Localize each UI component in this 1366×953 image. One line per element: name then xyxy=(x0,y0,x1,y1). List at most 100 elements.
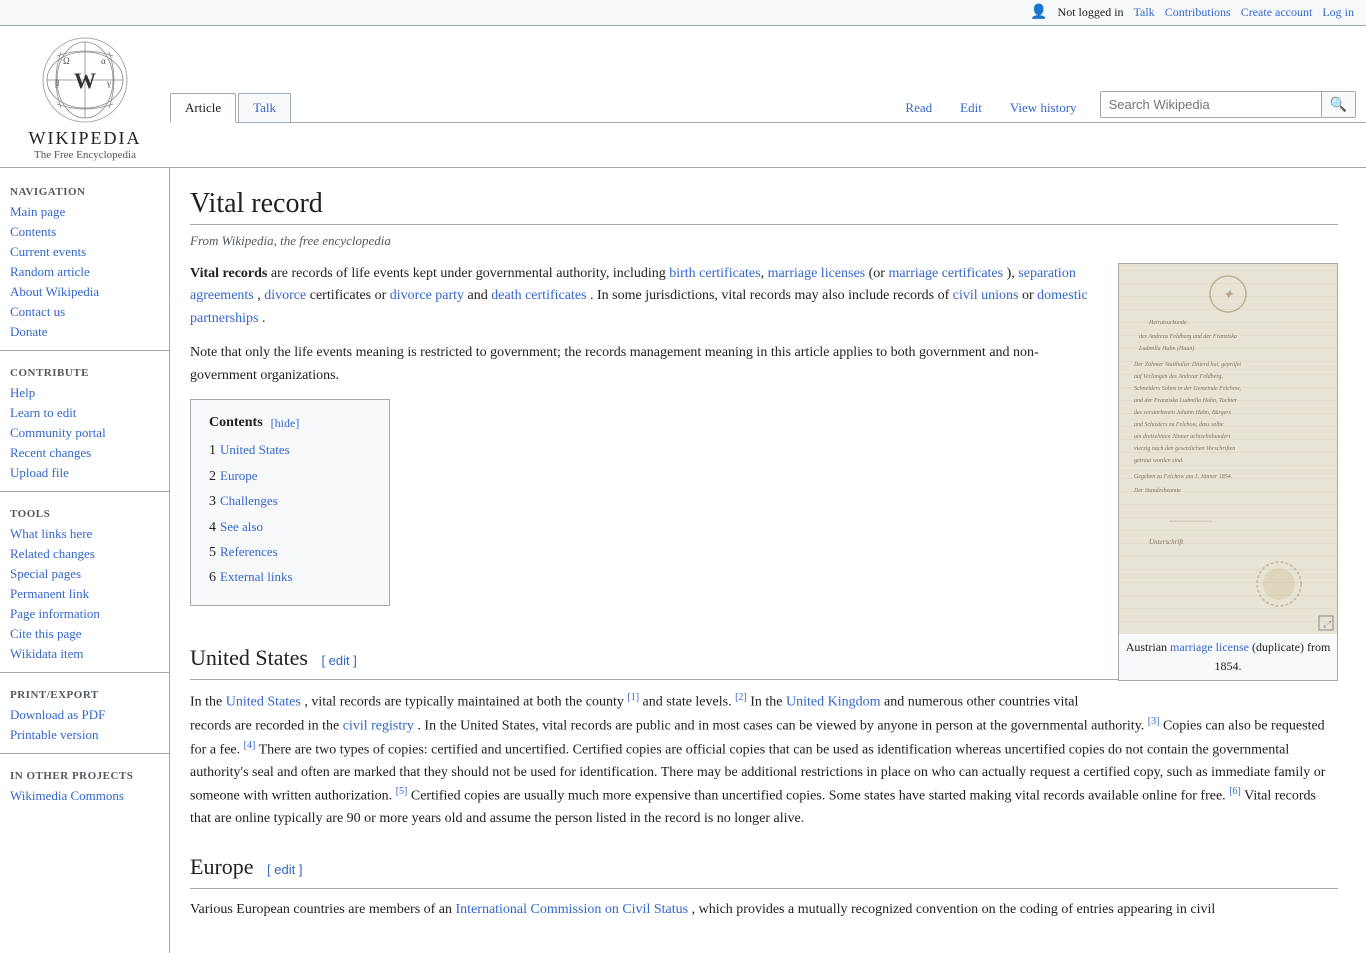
nav-tabs-area: Article Talk Read Edit View history 🔍 xyxy=(170,71,1366,123)
sidebar-what-links-here[interactable]: What links here xyxy=(0,524,169,544)
sidebar-upload-file[interactable]: Upload file xyxy=(0,463,169,483)
sidebar-cite-this-page[interactable]: Cite this page xyxy=(0,624,169,644)
contents-link[interactable]: Europe xyxy=(220,468,258,483)
contents-link[interactable]: See also xyxy=(220,519,263,534)
ref-2-link[interactable]: [2] xyxy=(735,692,747,703)
marriage-license-link[interactable]: marriage license xyxy=(1170,640,1249,654)
ref-1-link[interactable]: [1] xyxy=(627,692,639,703)
contents-link[interactable]: References xyxy=(220,544,278,559)
image-caption: Austrian marriage license (duplicate) fr… xyxy=(1119,634,1337,680)
contents-item: 6External links xyxy=(209,567,371,589)
divorce-link[interactable]: divorce xyxy=(264,288,306,303)
svg-text:des Andreas Feldberg und der F: des Andreas Feldberg und der Franziska xyxy=(1139,334,1237,340)
sidebar-permanent-link[interactable]: Permanent link xyxy=(0,584,169,604)
civil-unions-link[interactable]: civil unions xyxy=(953,288,1019,303)
navigation-title: Navigation xyxy=(0,178,169,202)
sidebar-wikimedia-commons[interactable]: Wikimedia Commons xyxy=(0,786,169,806)
ref-1: [1] xyxy=(627,692,639,703)
tab-article[interactable]: Article xyxy=(170,93,236,123)
europe-edit-link[interactable]: [ edit ] xyxy=(267,862,302,877)
civil-status-commission-link[interactable]: International Commission on Civil Status xyxy=(456,902,689,917)
and-text: and xyxy=(468,288,492,303)
search-box-area: 🔍 xyxy=(1100,91,1356,118)
sidebar-recent-changes[interactable]: Recent changes xyxy=(0,443,169,463)
article-body: ✦ Heiratsurkunde des Andreas Feldberg un… xyxy=(190,263,1338,933)
sidebar-contents[interactable]: Contents xyxy=(0,222,169,242)
tab-view-history[interactable]: View history xyxy=(997,93,1090,122)
svg-text:vierzig nach den gesetzlichen: vierzig nach den gesetzlichen Vorschrift… xyxy=(1134,445,1235,452)
ref-5: [5] xyxy=(396,786,408,797)
svg-text:α: α xyxy=(101,56,106,66)
contributions-link[interactable]: Contributions xyxy=(1165,5,1231,20)
sidebar-learn-to-edit[interactable]: Learn to edit xyxy=(0,403,169,423)
us-edit-link[interactable]: [ edit ] xyxy=(321,653,356,668)
contents-item: 1United States xyxy=(209,440,371,462)
svg-text:und Schusters zu Felchow, dass: und Schusters zu Felchow, dass selbe xyxy=(1134,422,1224,428)
marriage-licenses-link[interactable]: marriage licenses xyxy=(768,266,866,281)
tab-talk[interactable]: Talk xyxy=(238,93,291,122)
contents-item: 4See also xyxy=(209,517,371,539)
sidebar-download-pdf[interactable]: Download as PDF xyxy=(0,705,169,725)
europe-para-2: , which provides a mutually recognized c… xyxy=(692,902,1216,917)
create-account-link[interactable]: Create account xyxy=(1241,5,1313,20)
ref-5-link[interactable]: [5] xyxy=(396,786,408,797)
contents-hide-button[interactable]: [hide] xyxy=(271,414,300,433)
us-para-pre: In the xyxy=(190,695,226,710)
svg-text:Der Zahmer Statthalter Ditterd: Der Zahmer Statthalter Ditterd hat, gepr… xyxy=(1133,361,1241,368)
sidebar-divider-4 xyxy=(0,753,169,754)
contents-list: 1United States 2Europe 3Challenges 4See als… xyxy=(209,440,371,589)
caption-text: Austrian xyxy=(1126,640,1170,654)
search-input[interactable] xyxy=(1101,93,1321,116)
sidebar-printable-version[interactable]: Printable version xyxy=(0,725,169,745)
ref-3-link[interactable]: [3] xyxy=(1148,716,1160,727)
divorce-party-link[interactable]: divorce party xyxy=(390,288,464,303)
contents-num: 5 xyxy=(209,545,216,560)
death-certificates-link[interactable]: death certificates xyxy=(491,288,586,303)
sidebar-wikidata-item[interactable]: Wikidata item xyxy=(0,644,169,664)
print-title: Print/export xyxy=(0,681,169,705)
us-para-2: and state levels. xyxy=(643,695,732,710)
svg-text:und der Franziska Ludmilla Hah: und der Franziska Ludmilla Hahn, Tochter xyxy=(1134,398,1238,404)
logo-subtitle: The Free Encyclopedia xyxy=(34,149,136,161)
civil-registry-link[interactable]: civil registry xyxy=(343,719,414,734)
europe-section-header: Europe [ edit ] xyxy=(190,849,1338,889)
sidebar-about-wikipedia[interactable]: About Wikipedia xyxy=(0,282,169,302)
sidebar-help[interactable]: Help xyxy=(0,383,169,403)
us-para-5: . In the United States, vital records ar… xyxy=(417,719,1144,734)
contents-box: Contents [hide] 1United States2Europe3Ch… xyxy=(190,399,390,606)
contents-link[interactable]: United States xyxy=(220,442,290,457)
contents-item: 2Europe xyxy=(209,466,371,488)
marriage-certificates-link[interactable]: marriage certificates xyxy=(888,266,1003,281)
europe-para-1: Various European countries are members o… xyxy=(190,902,456,917)
sidebar-contact-us[interactable]: Contact us xyxy=(0,302,169,322)
europe-section-title: Europe xyxy=(190,854,254,879)
ref-6-link[interactable]: [6] xyxy=(1229,786,1241,797)
tools-title: Tools xyxy=(0,500,169,524)
us-para-8: Certified copies are usually much more e… xyxy=(411,789,1226,804)
contents-link[interactable]: External links xyxy=(220,569,293,584)
us-section-title: United States xyxy=(190,645,308,670)
sidebar-current-events[interactable]: Current events xyxy=(0,242,169,262)
sidebar-page-information[interactable]: Page information xyxy=(0,604,169,624)
contents-item: 3Challenges xyxy=(209,491,371,513)
ref-4-link[interactable]: [4] xyxy=(244,740,256,751)
sidebar-random-article[interactable]: Random article xyxy=(0,262,169,282)
us-link[interactable]: United States xyxy=(226,695,301,710)
tab-read[interactable]: Read xyxy=(892,93,945,122)
talk-link[interactable]: Talk xyxy=(1134,5,1155,20)
birth-certificates-link[interactable]: birth certificates xyxy=(669,266,760,281)
tab-edit[interactable]: Edit xyxy=(947,93,995,122)
svg-text:~~~~~~~~~~: ~~~~~~~~~~ xyxy=(1169,517,1213,526)
uk-link[interactable]: United Kingdom xyxy=(786,695,881,710)
not-logged-in-text: Not logged in xyxy=(1058,5,1124,20)
search-button[interactable]: 🔍 xyxy=(1321,92,1355,117)
svg-text:auf Verlangen des Andrear Feld: auf Verlangen des Andrear Feldberg, xyxy=(1134,373,1223,380)
sidebar-main-page[interactable]: Main page xyxy=(0,202,169,222)
sidebar-donate[interactable]: Donate xyxy=(0,322,169,342)
log-in-link[interactable]: Log in xyxy=(1322,5,1354,20)
sidebar-special-pages[interactable]: Special pages xyxy=(0,564,169,584)
sidebar-related-changes[interactable]: Related changes xyxy=(0,544,169,564)
ref-6: [6] xyxy=(1229,786,1241,797)
sidebar-community-portal[interactable]: Community portal xyxy=(0,423,169,443)
contents-link[interactable]: Challenges xyxy=(220,493,278,508)
